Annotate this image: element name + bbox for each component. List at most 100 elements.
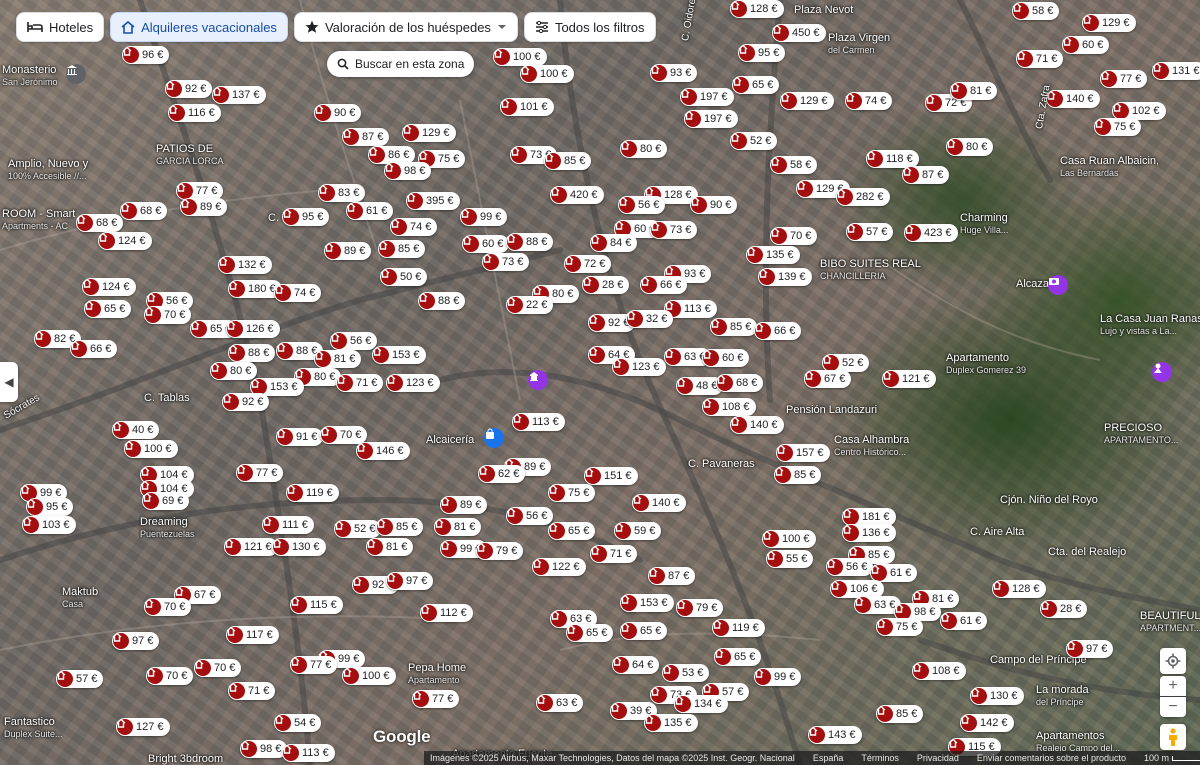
place-label[interactable]: Bright 3bdroom (148, 753, 223, 765)
listing-price-marker[interactable]: 70 € (194, 659, 242, 677)
listing-price-marker[interactable]: 95 € (282, 208, 330, 226)
listing-price-marker[interactable]: 112 € (420, 604, 473, 622)
listing-price-marker[interactable]: 69 € (142, 492, 190, 510)
listing-price-marker[interactable]: 64 € (612, 656, 660, 674)
listing-price-marker[interactable]: 121 € (224, 538, 278, 556)
place-label[interactable]: Amplio, Nuevo y 100% Accesible //... (8, 158, 88, 182)
place-label[interactable]: C. Aire Alta (970, 526, 1024, 538)
listing-price-marker[interactable]: 81 € (314, 350, 362, 368)
listing-price-marker[interactable]: 74 € (390, 218, 438, 236)
place-label[interactable]: Pepa Home Apartamento (408, 662, 466, 686)
listing-price-marker[interactable]: 53 € (662, 664, 710, 682)
listing-price-marker[interactable]: 153 € (372, 346, 426, 364)
place-label[interactable]: Cjón. Niño del Royo (1000, 494, 1098, 506)
listing-price-marker[interactable]: 146 € (356, 442, 410, 460)
listing-price-marker[interactable]: 52 € (334, 520, 382, 538)
listing-price-marker[interactable]: 119 € (712, 619, 765, 637)
listing-price-marker[interactable]: 70 € (770, 227, 818, 245)
listing-price-marker[interactable]: 65 € (620, 622, 668, 640)
listing-price-marker[interactable]: 100 € (493, 48, 547, 66)
listing-price-marker[interactable]: 77 € (412, 690, 460, 708)
listing-price-marker[interactable]: 93 € (650, 64, 698, 82)
listing-price-marker[interactable]: 115 € (290, 596, 343, 614)
listing-price-marker[interactable]: 74 € (274, 284, 322, 302)
listing-price-marker[interactable]: 129 € (402, 124, 456, 142)
listing-price-marker[interactable]: 60 € (1062, 36, 1110, 54)
listing-price-marker[interactable]: 153 € (620, 594, 674, 612)
listing-price-marker[interactable]: 85 € (378, 240, 426, 258)
listing-price-marker[interactable]: 103 € (22, 516, 76, 534)
listing-price-marker[interactable]: 100 € (762, 530, 816, 548)
country-link[interactable]: España (813, 753, 844, 763)
listing-price-marker[interactable]: 135 € (644, 714, 698, 732)
listing-price-marker[interactable]: 89 € (324, 242, 372, 260)
listing-price-marker[interactable]: 119 € (286, 484, 339, 502)
listing-price-marker[interactable]: 74 € (845, 92, 893, 110)
listing-price-marker[interactable]: 52 € (730, 132, 778, 150)
listing-price-marker[interactable]: 96 € (122, 46, 170, 64)
alcazaba-poi-icon[interactable] (1048, 275, 1068, 295)
listing-price-marker[interactable]: 123 € (386, 374, 440, 392)
terms-link[interactable]: Términos (861, 753, 899, 763)
listing-price-marker[interactable]: 99 € (460, 208, 508, 226)
listing-price-marker[interactable]: 100 € (520, 65, 574, 83)
listing-price-marker[interactable]: 70 € (144, 306, 192, 324)
listing-price-marker[interactable]: 130 € (970, 687, 1024, 705)
listing-price-marker[interactable]: 66 € (70, 340, 118, 358)
listing-price-marker[interactable]: 116 € (168, 104, 221, 122)
listing-price-marker[interactable]: 81 € (434, 518, 482, 536)
listing-price-marker[interactable]: 71 € (590, 545, 638, 563)
listing-price-marker[interactable]: 135 € (746, 246, 800, 264)
listing-price-marker[interactable]: 63 € (536, 694, 584, 712)
listing-price-marker[interactable]: 57 € (846, 223, 894, 241)
place-label[interactable]: Casa Ruan Albaicin, Las Bernardas (1060, 155, 1159, 179)
listing-price-marker[interactable]: 99 € (754, 668, 802, 686)
listing-price-marker[interactable]: 56 € (618, 196, 666, 214)
listing-price-marker[interactable]: 77 € (1100, 70, 1148, 88)
place-label[interactable]: Apartamento Duplex Gomerez 39 (946, 352, 1026, 376)
listing-price-marker[interactable]: 85 € (544, 152, 592, 170)
hotels-filter-chip[interactable]: Hoteles (16, 12, 105, 42)
listing-price-marker[interactable]: 79 € (676, 599, 724, 617)
collapse-side-panel-button[interactable]: ◀ (0, 362, 18, 402)
place-label[interactable]: BEAUTIFUL APARTMENT... (1140, 610, 1200, 634)
listing-price-marker[interactable]: 75 € (876, 618, 924, 636)
listing-price-marker[interactable]: 129 € (1082, 14, 1136, 32)
place-label[interactable]: La Casa Juan Ranas Lujo y vistas a La... (1100, 313, 1200, 337)
listing-price-marker[interactable]: 71 € (1016, 50, 1064, 68)
listing-price-marker[interactable]: 66 € (640, 276, 688, 294)
listing-price-marker[interactable]: 72 € (564, 255, 612, 273)
listing-price-marker[interactable]: 124 € (82, 278, 136, 296)
landmark-poi-icon[interactable] (528, 370, 548, 390)
zoom-in-button[interactable]: + (1160, 676, 1186, 696)
listing-price-marker[interactable]: 60 € (462, 235, 510, 253)
listing-price-marker[interactable]: 58 € (1012, 2, 1060, 20)
listing-price-marker[interactable]: 121 € (882, 370, 936, 388)
listing-price-marker[interactable]: 98 € (240, 740, 288, 758)
listing-price-marker[interactable]: 197 € (684, 110, 738, 128)
listing-price-marker[interactable]: 420 € (550, 186, 604, 204)
listing-price-marker[interactable]: 65 € (548, 522, 596, 540)
place-label[interactable]: PRECIOSO APARTAMENTO... (1104, 422, 1178, 446)
listing-price-marker[interactable]: 95 € (738, 44, 786, 62)
listing-price-marker[interactable]: 128 € (730, 0, 784, 18)
place-label[interactable]: C. Tablas (144, 392, 190, 404)
listing-price-marker[interactable]: 197 € (680, 88, 734, 106)
listing-price-marker[interactable]: 97 € (112, 632, 160, 650)
listing-price-marker[interactable]: 143 € (808, 726, 862, 744)
listing-price-marker[interactable]: 50 € (380, 268, 428, 286)
listing-price-marker[interactable]: 98 € (384, 162, 432, 180)
listing-price-marker[interactable]: 79 € (476, 542, 524, 560)
place-label[interactable]: Plaza Virgen del Carmen (828, 32, 890, 56)
listing-price-marker[interactable]: 58 € (770, 156, 818, 174)
museum-poi-icon[interactable] (66, 64, 86, 84)
listing-price-marker[interactable]: 65 € (566, 624, 614, 642)
listing-price-marker[interactable]: 140 € (632, 494, 686, 512)
listing-price-marker[interactable]: 136 € (842, 524, 896, 542)
listing-price-marker[interactable]: 91 € (276, 428, 324, 446)
listing-price-marker[interactable]: 87 € (648, 567, 696, 585)
listing-price-marker[interactable]: 92 € (165, 80, 213, 98)
place-label[interactable]: Plaza Nevot (794, 4, 853, 16)
listing-price-marker[interactable]: 134 € (674, 695, 728, 713)
listing-price-marker[interactable]: 62 € (478, 465, 526, 483)
